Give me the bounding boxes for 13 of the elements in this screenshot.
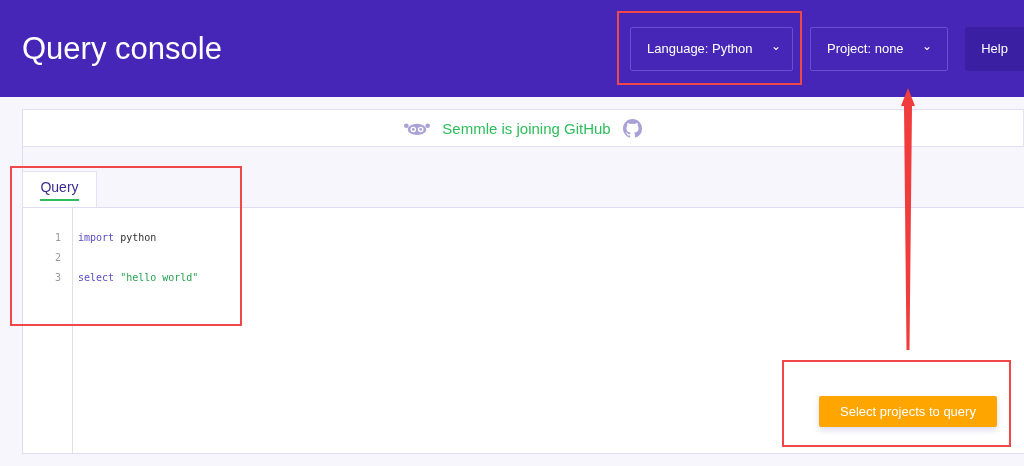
line-number: 1 [54,231,61,245]
dropdown[interactable]: Project: none ⌄ [810,26,948,71]
mascot-icon [404,120,431,136]
github-icon [622,118,642,138]
code-editor[interactable]: 1 2 3 import python select "hello world" Select projects to query [23,208,1024,454]
dropdown[interactable]: Language: Python ⌄ [630,26,793,71]
code-line: import python [78,232,157,243]
line-number: 3 [54,271,61,285]
help-button[interactable]: Help [965,26,1024,71]
page-title: Query console [22,30,222,67]
tab[interactable]: Query [22,171,97,207]
code-line: select "hello world" [78,272,199,283]
line-number: 2 [54,251,61,265]
